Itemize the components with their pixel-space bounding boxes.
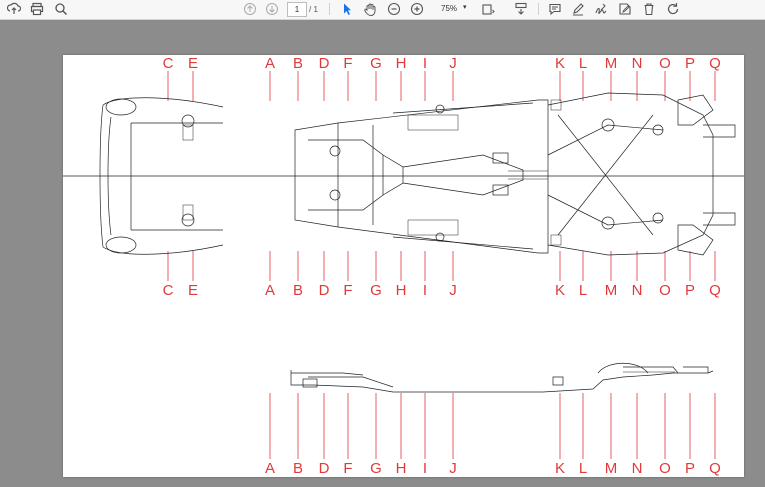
callout-label-k: K — [555, 282, 565, 299]
callout-label-h: H — [396, 55, 407, 72]
callout-label-f: F — [343, 460, 352, 477]
callout-label-k: K — [555, 55, 565, 72]
callout-label-m: M — [605, 55, 618, 72]
up-arrow-icon[interactable] — [241, 1, 259, 17]
callout-label-f: F — [343, 55, 352, 72]
callout-label-n: N — [632, 460, 643, 477]
hand-icon[interactable] — [361, 1, 379, 17]
callout-label-o: O — [659, 460, 671, 477]
callout-label-i: I — [423, 55, 427, 72]
callout-label-c: C — [163, 55, 174, 72]
fill-form-icon[interactable] — [616, 1, 634, 17]
callout-label-p: P — [685, 282, 695, 299]
zoom-select[interactable]: 75% ▾ — [433, 2, 473, 15]
callout-label-g: G — [370, 282, 382, 299]
print-icon[interactable] — [28, 1, 46, 17]
callout-label-o: O — [659, 282, 671, 299]
callout-label-a: A — [265, 282, 275, 299]
bottom-label-row: CE A BDF GHI J KL MNOPQ — [163, 282, 721, 299]
callout-label-q: Q — [709, 282, 721, 299]
callout-label-h: H — [396, 282, 407, 299]
callout-label-j: J — [449, 55, 457, 72]
chevron-down-icon: ▾ — [463, 4, 467, 11]
scroll-mode-icon[interactable] — [512, 1, 530, 17]
callout-label-g: G — [370, 460, 382, 477]
callout-label-n: N — [632, 55, 643, 72]
upload-icon[interactable] — [5, 1, 23, 17]
page-total: / 1 — [309, 5, 318, 14]
callout-label-k: K — [555, 460, 565, 477]
callout-label-q: Q — [709, 460, 721, 477]
callout-label-d: D — [319, 460, 330, 477]
callout-label-b: B — [293, 460, 303, 477]
callout-label-l: L — [579, 460, 587, 477]
callout-label-j: J — [449, 460, 457, 477]
callout-label-e: E — [188, 282, 198, 299]
callout-label-n: N — [632, 282, 643, 299]
fit-page-icon[interactable] — [479, 1, 497, 17]
callout-label-h: H — [396, 460, 407, 477]
callout-label-p: P — [685, 55, 695, 72]
callout-label-g: G — [370, 55, 382, 72]
callout-label-f: F — [343, 282, 352, 299]
zoom-out-icon[interactable] — [385, 1, 403, 17]
callout-label-m: M — [605, 282, 618, 299]
delete-icon[interactable] — [640, 1, 658, 17]
callout-label-b: B — [293, 282, 303, 299]
side-label-row: A BDF GHI J KL MNOPQ — [265, 460, 721, 477]
main-frame-section — [294, 99, 549, 254]
down-arrow-icon[interactable] — [263, 1, 281, 17]
side-elevation-view — [290, 362, 714, 393]
rotate-icon[interactable] — [664, 1, 682, 17]
callout-label-d: D — [319, 55, 330, 72]
callout-label-c: C — [163, 282, 174, 299]
rear-frame-section — [547, 92, 736, 256]
pen-icon[interactable] — [569, 1, 587, 17]
callout-label-l: L — [579, 282, 587, 299]
pointer-icon[interactable] — [338, 1, 356, 17]
callout-label-l: L — [579, 55, 587, 72]
callout-label-a: A — [265, 55, 275, 72]
callout-label-e: E — [188, 55, 198, 72]
search-icon[interactable] — [52, 1, 70, 17]
page-number-input[interactable] — [287, 2, 307, 17]
callout-label-o: O — [659, 55, 671, 72]
callout-label-d: D — [319, 282, 330, 299]
callout-label-i: I — [423, 460, 427, 477]
callout-label-q: Q — [709, 55, 721, 72]
callout-label-a: A — [265, 460, 275, 477]
pdf-page: CEABDFGHIJKLMNOPQ CEABDFGHIJKLMNOPQ ABDF… — [63, 55, 744, 477]
sign-icon[interactable] — [592, 1, 610, 17]
comment-icon[interactable] — [546, 1, 564, 17]
chassis-drawing: CEABDFGHIJKLMNOPQ CEABDFGHIJKLMNOPQ ABDF… — [63, 55, 744, 477]
callout-label-i: I — [423, 282, 427, 299]
callout-label-m: M — [605, 460, 618, 477]
callout-label-b: B — [293, 55, 303, 72]
zoom-in-icon[interactable] — [408, 1, 426, 17]
callout-label-j: J — [449, 282, 457, 299]
pdf-toolbar: / 1 75% ▾ — [0, 0, 765, 20]
callout-label-p: P — [685, 460, 695, 477]
top-label-row: CE A BDF GHI J KL MNOPQ — [163, 55, 721, 72]
